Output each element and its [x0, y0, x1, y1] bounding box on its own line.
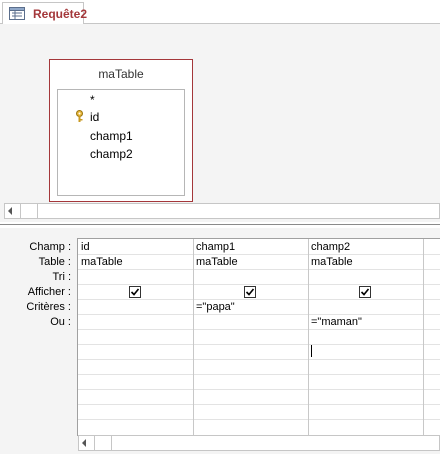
grid-row-divider — [78, 254, 440, 255]
grid-column-divider[interactable] — [193, 239, 194, 437]
field-all[interactable]: * — [90, 93, 95, 107]
upper-horizontal-scrollbar[interactable] — [4, 203, 440, 219]
grid-row-divider — [78, 374, 440, 375]
row-label-champ: Champ : — [29, 241, 71, 253]
scroll-left-arrow-icon[interactable] — [82, 439, 86, 447]
row-label-table: Table : — [38, 256, 71, 268]
row-label-ou: Ou : — [50, 316, 71, 328]
grid-column-divider[interactable] — [308, 239, 309, 437]
grid-row-divider — [78, 284, 440, 285]
grid-cell-ou-col3[interactable]: ="maman" — [311, 316, 362, 328]
document-tab-bar: Requête2 — [0, 0, 440, 24]
scroll-left-arrow-icon[interactable] — [8, 207, 12, 215]
checkmark-icon — [360, 288, 370, 296]
grid-row-divider — [78, 314, 440, 315]
primary-key-icon — [76, 110, 83, 122]
grid-row-divider — [78, 344, 440, 345]
grid-row-divider — [78, 269, 440, 270]
grid-cell-table-col1[interactable]: maTable — [81, 256, 123, 268]
query-design-grid[interactable] — [77, 238, 440, 437]
field-champ1[interactable]: champ1 — [90, 129, 133, 143]
scrollbar-thumb[interactable] — [20, 204, 38, 218]
grid-row-divider — [78, 389, 440, 390]
table-field-list-window[interactable]: maTable * id champ1 champ2 — [49, 59, 193, 202]
text-cursor — [311, 345, 312, 357]
grid-cell-table-col2[interactable]: maTable — [196, 256, 238, 268]
grid-horizontal-scrollbar[interactable] — [78, 435, 440, 451]
grid-row-divider — [78, 419, 440, 420]
grid-cell-champ-col3[interactable]: champ2 — [311, 241, 350, 253]
scrollbar-thumb[interactable] — [94, 436, 112, 450]
grid-cell-criteres-col2[interactable]: ="papa" — [196, 301, 235, 313]
show-checkbox-col1[interactable] — [129, 286, 141, 298]
row-label-afficher: Afficher : — [27, 286, 71, 298]
row-label-tri: Tri : — [52, 271, 71, 283]
tab-requete2[interactable]: Requête2 — [2, 2, 88, 24]
field-champ2[interactable]: champ2 — [90, 147, 133, 161]
checkmark-icon — [130, 288, 140, 296]
grid-row-divider — [78, 404, 440, 405]
query-icon — [9, 7, 25, 20]
tab-label: Requête2 — [33, 7, 88, 21]
grid-row-divider — [78, 359, 440, 360]
show-checkbox-col2[interactable] — [244, 286, 256, 298]
table-diagram-pane[interactable]: maTable * id champ1 champ2 — [0, 24, 440, 222]
checkmark-icon — [245, 288, 255, 296]
grid-cell-champ-col2[interactable]: champ1 — [196, 241, 235, 253]
grid-cell-champ-col1[interactable]: id — [81, 241, 90, 253]
grid-row-divider — [78, 329, 440, 330]
row-label-criteres: Critères : — [26, 301, 71, 313]
field-id[interactable]: id — [90, 110, 99, 124]
splitter-line — [0, 224, 440, 225]
show-checkbox-col3[interactable] — [359, 286, 371, 298]
grid-cell-table-col3[interactable]: maTable — [311, 256, 353, 268]
field-list[interactable]: * id champ1 champ2 — [57, 89, 185, 196]
grid-row-divider — [78, 299, 440, 300]
grid-column-divider[interactable] — [423, 239, 424, 437]
table-name[interactable]: maTable — [50, 67, 192, 81]
